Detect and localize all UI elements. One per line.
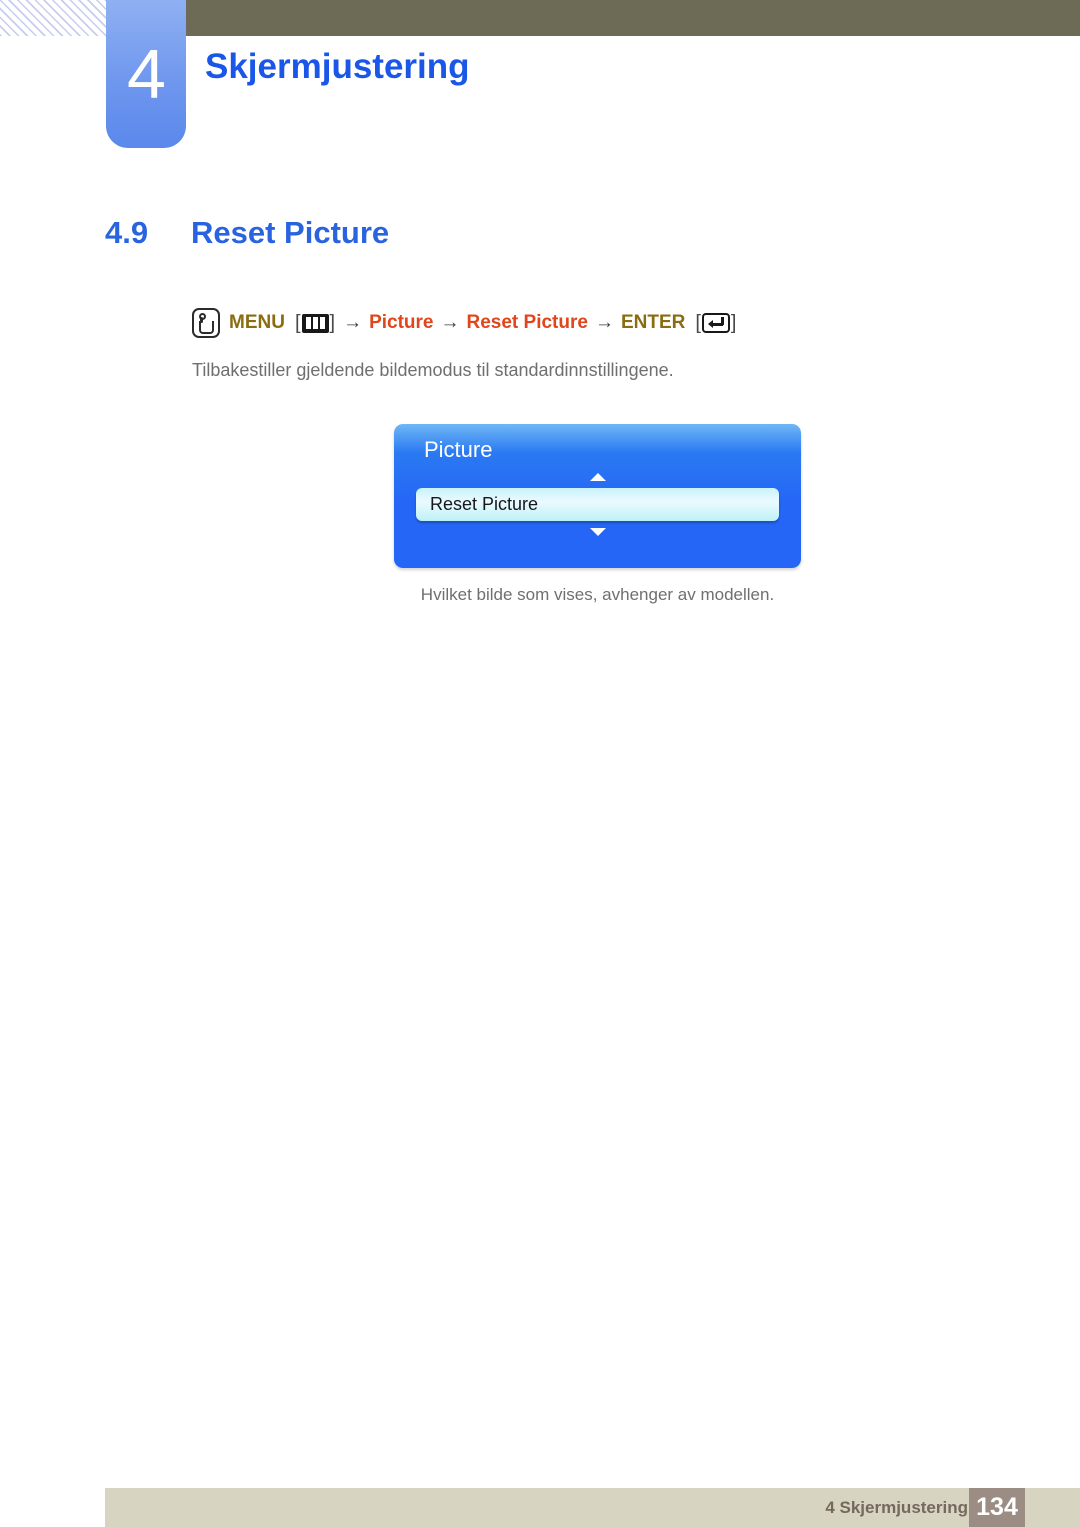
page-number: 134 (969, 1488, 1025, 1527)
section-heading: 4.9 Reset Picture (105, 215, 985, 251)
osd-menu-item-label: Reset Picture (430, 494, 539, 514)
path-step-reset-picture: Reset Picture (466, 312, 588, 333)
menu-navigation-path: MENU [ ] → Picture → Reset Picture → ENT… (192, 308, 737, 338)
menu-label: MENU (229, 312, 285, 333)
decorative-hatch-pattern (0, 0, 106, 36)
osd-menu-item-reset-picture[interactable]: Reset Picture (416, 488, 779, 521)
chapter-number-badge: 4 (106, 0, 186, 148)
scroll-up-arrow-icon[interactable] (589, 473, 606, 481)
osd-caption: Hvilket bilde som vises, avhenger av mod… (420, 585, 775, 604)
path-arrow-2: → (440, 312, 460, 333)
footer-chapter-label: 4 Skjermjustering (825, 1498, 968, 1517)
chapter-title: Skjermjustering (205, 47, 470, 86)
bracket-open: [ (294, 311, 301, 334)
enter-return-icon (701, 313, 730, 333)
osd-panel-title: Picture (424, 437, 493, 462)
bracket-close: ] (730, 311, 737, 334)
path-arrow-3: → (594, 312, 614, 333)
touch-hand-icon (192, 308, 220, 338)
path-step-picture: Picture (369, 312, 434, 333)
osd-panel: Picture Reset Picture (394, 424, 801, 568)
section-title: Reset Picture (191, 215, 390, 250)
chapter-header: 4 Skjermjustering (0, 0, 1080, 160)
page-footer: 4 Skjermjustering 134 (105, 1488, 1080, 1527)
section-number: 4.9 (105, 215, 149, 250)
enter-icon-arrowhead (707, 320, 713, 328)
bracket-close: ] (329, 311, 336, 334)
scroll-down-arrow-icon[interactable] (589, 528, 606, 536)
description-text: Tilbakestiller gjeldende bildemodus til … (192, 360, 674, 380)
path-arrow-1: → (343, 312, 363, 333)
header-accent-bar (186, 0, 1080, 36)
menu-bars-icon (301, 313, 329, 333)
enter-label: ENTER (620, 312, 686, 333)
bracket-open: [ (695, 311, 701, 334)
touch-icon-hand (199, 321, 214, 334)
